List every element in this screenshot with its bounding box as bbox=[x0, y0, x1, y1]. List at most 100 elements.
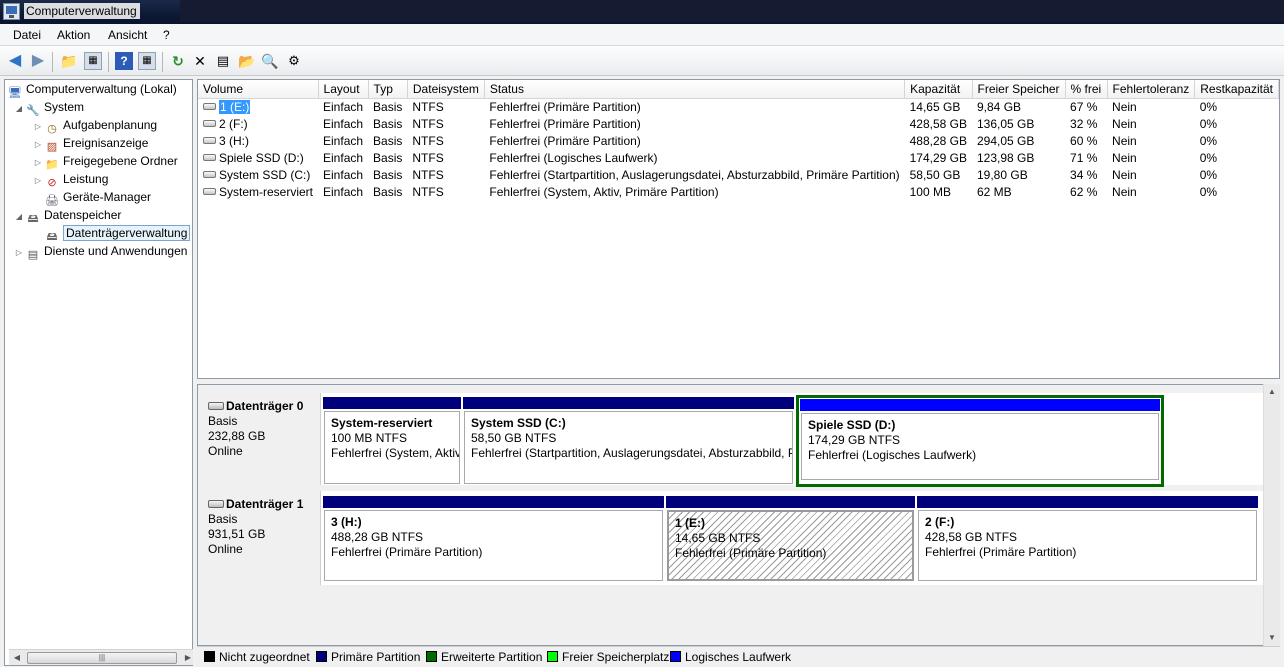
collapse-icon[interactable]: ◢ bbox=[13, 100, 25, 118]
partition-status: Fehlerfrei (Primäre Partition) bbox=[331, 545, 483, 559]
up-folder-icon[interactable]: 📁 bbox=[60, 52, 78, 70]
tree-item-datentraegerverwaltung[interactable]: 🖴 Datenträgerverwaltung bbox=[44, 224, 191, 243]
tree-item-freigegebene-ordner[interactable]: ▷ 📁 Freigegebene Ordner bbox=[32, 152, 178, 171]
column-header-kapazitaet[interactable]: Kapazität bbox=[904, 80, 973, 99]
typ-cell: Basis bbox=[373, 150, 403, 165]
partition-system-reserviert[interactable]: System-reserviert 100 MB NTFS Fehlerfrei… bbox=[323, 397, 461, 485]
column-header-dateisystem[interactable]: Dateisystem bbox=[407, 80, 485, 99]
tree-item-geraete-manager[interactable]: 🖨 Geräte-Manager bbox=[44, 188, 152, 207]
scroll-up-icon[interactable]: ▲ bbox=[1264, 384, 1280, 400]
column-header-restkapazitaet[interactable]: Restkapazität bbox=[1194, 80, 1279, 99]
fault-tolerance-cell: Nein bbox=[1112, 133, 1137, 148]
column-header-layout[interactable]: Layout bbox=[318, 80, 369, 99]
partition-spiele-ssd-d[interactable]: Spiele SSD (D:) 174,29 GB NTFS Fehlerfre… bbox=[800, 399, 1160, 481]
partition-bar-primary bbox=[917, 496, 1258, 508]
partition-3-h[interactable]: 3 (H:) 488,28 GB NTFS Fehlerfrei (Primär… bbox=[323, 496, 664, 582]
scrollbar-thumb[interactable]: ||| bbox=[27, 652, 177, 664]
legend-swatch bbox=[204, 651, 215, 662]
open-folder-icon[interactable]: 📂 bbox=[238, 52, 256, 70]
partition-body: System-reserviert 100 MB NTFS Fehlerfrei… bbox=[324, 411, 460, 484]
tree-item-computerverwaltung[interactable]: 🖥 Computerverwaltung (Lokal) bbox=[7, 80, 177, 99]
scroll-down-icon[interactable]: ▼ bbox=[1264, 630, 1280, 646]
tree-item-leistung[interactable]: ▷ ⊘ Leistung bbox=[32, 170, 108, 190]
delete-icon[interactable]: ✕ bbox=[191, 52, 209, 70]
forward-arrow-icon[interactable]: ▶ bbox=[29, 52, 47, 70]
tree-item-aufgabenplanung[interactable]: ▷ ◷ Aufgabenplanung bbox=[32, 116, 157, 135]
partition-1-e-selected[interactable]: 1 (E:) 14,65 GB NTFS Fehlerfrei (Primäre… bbox=[666, 496, 915, 582]
disk-info-1[interactable]: Datenträger 1 Basis 931,51 GB Online bbox=[200, 491, 321, 585]
table-row[interactable]: 1 (E:) Einfach Basis NTFS Fehlerfrei (Pr… bbox=[198, 98, 1278, 116]
back-arrow-icon[interactable]: ◀ bbox=[6, 52, 24, 70]
services-icon: ▤ bbox=[27, 249, 39, 261]
menu-ansicht[interactable]: Ansicht bbox=[107, 28, 148, 42]
settings-icon[interactable]: ⚙ bbox=[285, 52, 303, 70]
overhead-cell: 0% bbox=[1199, 167, 1218, 182]
column-header-typ[interactable]: Typ bbox=[368, 80, 408, 99]
table-row[interactable]: 3 (H:) Einfach Basis NTFS Fehlerfrei (Pr… bbox=[198, 133, 1278, 150]
column-header-fehlertoleranz[interactable]: Fehlertoleranz bbox=[1107, 80, 1196, 99]
capacity-cell: 58,50 GB bbox=[909, 167, 961, 182]
column-header-prozent-frei[interactable]: % frei bbox=[1065, 80, 1108, 99]
column-header-volume[interactable]: Volume bbox=[198, 80, 319, 99]
disk-graphical-view: Datenträger 0 Basis 232,88 GB Online Sys… bbox=[197, 384, 1280, 646]
partition-size: 174,29 GB NTFS bbox=[808, 433, 901, 447]
volume-cell: System SSD (C:) bbox=[198, 167, 318, 184]
legend-label: Nicht zugeordnet bbox=[219, 650, 310, 664]
partition-2-f[interactable]: 2 (F:) 428,58 GB NTFS Fehlerfrei (Primär… bbox=[917, 496, 1258, 582]
show-hide-tree-icon[interactable]: ▦ bbox=[84, 52, 102, 70]
expand-icon[interactable]: ▷ bbox=[32, 172, 44, 190]
collapse-icon[interactable]: ◢ bbox=[13, 208, 25, 226]
tree-item-label: Freigegebene Ordner bbox=[63, 154, 178, 168]
tree-item-ereignisanzeige[interactable]: ▷ ▨ Ereignisanzeige bbox=[32, 134, 148, 153]
disk-type: Basis bbox=[208, 414, 238, 428]
tree-item-datenspeicher[interactable]: ◢ 🖴 Datenspeicher bbox=[13, 206, 121, 226]
toolbar: ◀ ▶ 📁 ▦ ? ▦ ↻ ✕ ▤ 📂 🔍 ⚙ bbox=[0, 46, 1284, 76]
tree-item-dienste[interactable]: ▷ ▤ Dienste und Anwendungen bbox=[13, 242, 188, 262]
table-row[interactable]: System SSD (C:) Einfach Basis NTFS Fehle… bbox=[198, 167, 1278, 184]
navigation-tree: 🖥 Computerverwaltung (Lokal) ◢ 🔧 System ▷ ◷ A… bbox=[4, 79, 196, 666]
help-icon[interactable]: ? bbox=[115, 52, 133, 70]
overhead-cell: 0% bbox=[1199, 116, 1218, 131]
partition-size: 428,58 GB NTFS bbox=[925, 530, 1018, 544]
partition-bar-primary bbox=[463, 397, 794, 409]
table-row[interactable]: System-reserviert Einfach Basis NTFS Feh… bbox=[198, 184, 1278, 201]
legend-item-extended: Erweiterte Partition bbox=[426, 647, 542, 667]
layout-cell: Einfach bbox=[323, 167, 364, 182]
status-cell: Fehlerfrei (Primäre Partition) bbox=[489, 116, 641, 131]
column-header-freier-speicher[interactable]: Freier Speicher bbox=[972, 80, 1066, 99]
column-header-status[interactable]: Status bbox=[484, 80, 906, 99]
menu-aktion[interactable]: Aktion bbox=[56, 28, 91, 42]
search-icon[interactable]: 🔍 bbox=[261, 52, 279, 70]
disk-state: Online bbox=[208, 444, 243, 458]
partition-status: Fehlerfrei (System, Aktiv bbox=[331, 446, 460, 460]
storage-icon: 🖴 bbox=[27, 213, 39, 225]
properties-icon[interactable]: ▤ bbox=[214, 52, 232, 70]
expand-icon[interactable]: ▷ bbox=[13, 244, 25, 262]
properties-pane-icon[interactable]: ▦ bbox=[138, 52, 156, 70]
scroll-left-icon[interactable]: ◀ bbox=[10, 651, 24, 665]
disk-view-vertical-scrollbar[interactable]: ▲ ▼ bbox=[1263, 384, 1280, 646]
tree-item-system[interactable]: ◢ 🔧 System bbox=[13, 98, 84, 118]
partition-name: 3 (H:) bbox=[331, 515, 362, 529]
legend-swatch bbox=[316, 651, 327, 662]
menu-datei[interactable]: Datei bbox=[12, 28, 42, 42]
volume-table: Volume Layout Typ Dateisystem Status Kap… bbox=[198, 80, 1279, 201]
table-row[interactable]: Spiele SSD (D:) Einfach Basis NTFS Fehle… bbox=[198, 150, 1278, 167]
partition-bar-primary bbox=[666, 496, 915, 508]
tree-horizontal-scrollbar[interactable]: ◀ ||| ▶ bbox=[9, 649, 196, 665]
disk-info-0[interactable]: Datenträger 0 Basis 232,88 GB Online bbox=[200, 393, 321, 485]
volume-cell: 1 (E:) bbox=[198, 98, 318, 116]
free-space-cell: 136,05 GB bbox=[977, 116, 1035, 131]
capacity-cell: 100 MB bbox=[909, 184, 951, 199]
menu-help[interactable]: ? bbox=[162, 28, 171, 42]
refresh-icon[interactable]: ↻ bbox=[169, 52, 187, 70]
extended-partition[interactable]: Spiele SSD (D:) 174,29 GB NTFS Fehlerfre… bbox=[796, 395, 1164, 487]
partition-body: 1 (E:) 14,65 GB NTFS Fehlerfrei (Primäre… bbox=[667, 510, 914, 581]
partition-system-ssd-c[interactable]: System SSD (C:) 58,50 GB NTFS Fehlerfrei… bbox=[463, 397, 794, 485]
status-cell: Fehlerfrei (Primäre Partition) bbox=[489, 99, 641, 114]
tree-item-label: Geräte-Manager bbox=[63, 190, 152, 204]
title-bar-background bbox=[180, 0, 1284, 22]
table-row[interactable]: 2 (F:) Einfach Basis NTFS Fehlerfrei (Pr… bbox=[198, 116, 1278, 133]
typ-cell: Basis bbox=[373, 167, 403, 182]
disk-size: 931,51 GB bbox=[208, 527, 266, 541]
